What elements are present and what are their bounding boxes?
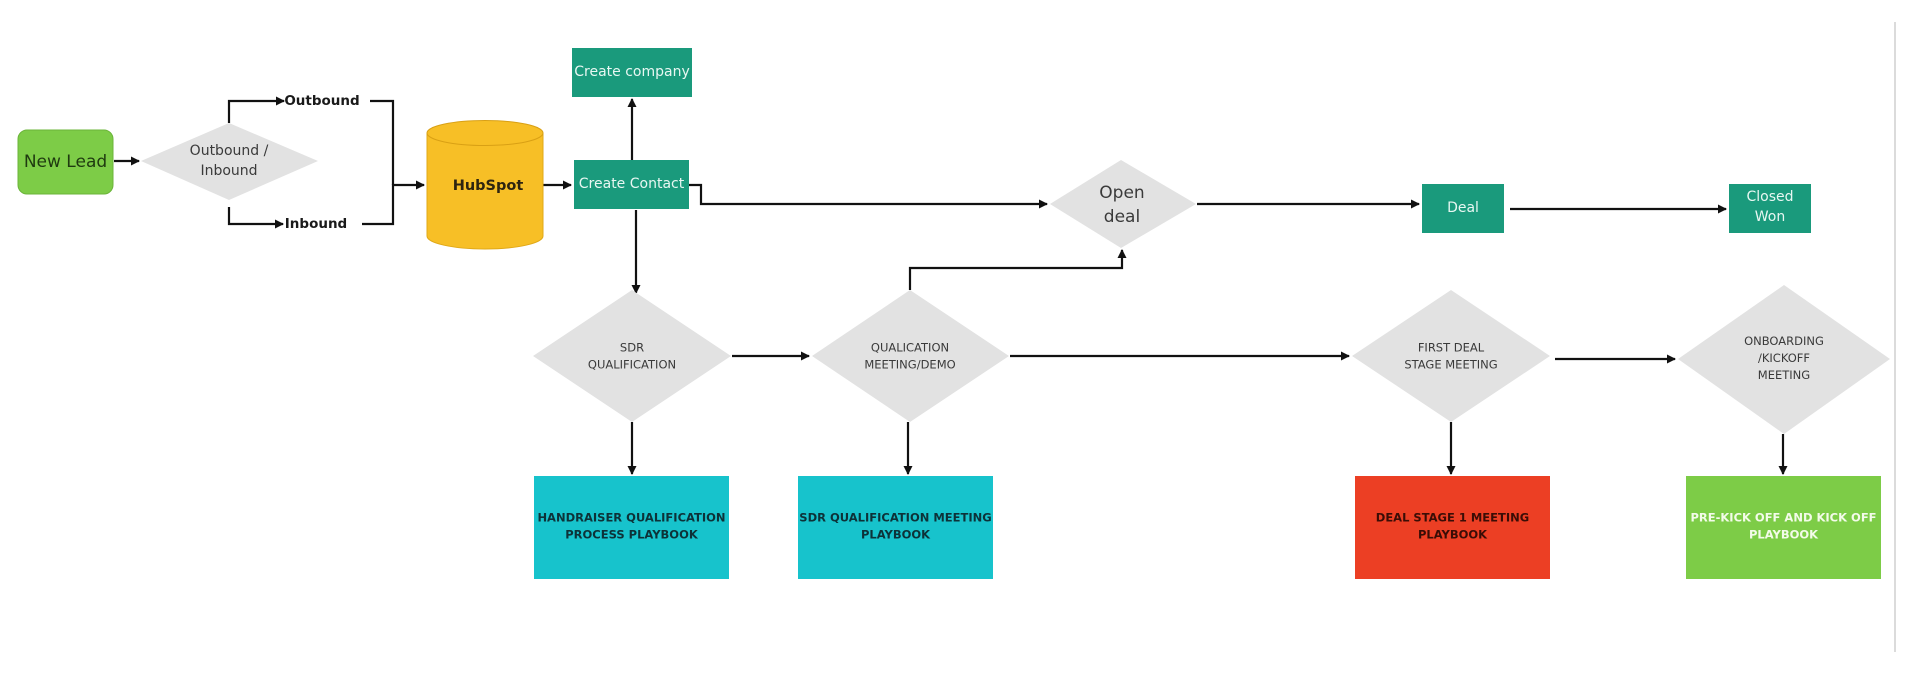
hubspot-label: HubSpot — [453, 178, 524, 194]
node-onboarding-kickoff[interactable]: ONBOARDING/KICKOFF MEETING — [1678, 285, 1890, 434]
create-contact-label: Create Contact — [579, 176, 685, 192]
label-line: PLAYBOOK — [861, 528, 931, 542]
sdr-qualification-shape — [533, 290, 731, 422]
label-line: SDR QUALIFICATION MEETING — [799, 511, 991, 525]
node-inbound-branch[interactable]: Inbound — [285, 216, 347, 232]
label-line: PRE-KICK OFF AND KICK OFF — [1690, 511, 1876, 525]
node-outbound-branch[interactable]: Outbound — [284, 93, 359, 109]
label-line: QUALICATION — [871, 341, 949, 355]
node-deal-stage1-playbook[interactable]: DEAL STAGE 1 MEETING PLAYBOOK — [1355, 476, 1550, 579]
label-line: SDR — [620, 341, 644, 355]
label-line: Inbound — [285, 216, 347, 232]
edge-inbound-to-hubspot[interactable] — [362, 180, 425, 226]
edge-qualication-meeting-to-open-deal[interactable] — [908, 249, 1127, 290]
label-line: QUALIFICATION — [588, 358, 676, 372]
label-line: Open — [1099, 183, 1144, 203]
edge-decision-to-outbound[interactable] — [227, 96, 285, 123]
label-line: Outbound — [284, 93, 359, 109]
node-closed-won[interactable]: Closed Won — [1729, 184, 1811, 233]
new-lead-label: New Lead — [24, 152, 107, 172]
node-first-deal-stage[interactable]: FIRST DEAL STAGE MEETING — [1352, 290, 1550, 422]
edge-outbound-to-hubspot[interactable] — [370, 99, 395, 185]
label-line: DEAL STAGE 1 MEETING — [1376, 511, 1529, 525]
node-sdr-meeting-playbook[interactable]: SDR QUALIFICATION MEETING PLAYBOOK — [798, 476, 993, 579]
node-open-deal[interactable]: Open deal — [1050, 160, 1196, 248]
open-deal-shape — [1050, 160, 1196, 248]
outbound-branch-label: Outbound — [284, 93, 359, 109]
create-company-label: Create company — [574, 64, 690, 80]
node-create-contact[interactable]: Create Contact — [574, 160, 689, 209]
label-line: HubSpot — [453, 178, 524, 194]
edge-create-contact-to-open-deal[interactable] — [689, 183, 1048, 209]
edges-layer — [114, 96, 1788, 475]
label-line: PLAYBOOK — [1749, 528, 1819, 542]
label-line: FIRST DEAL — [1418, 341, 1485, 355]
edge-decision-to-inbound[interactable] — [227, 207, 284, 229]
label-line: PLAYBOOK — [1418, 528, 1488, 542]
node-hubspot-database[interactable]: HubSpot — [426, 120, 544, 250]
node-source-decision[interactable]: Outbound / Inbound — [141, 123, 318, 200]
source-decision-shape — [141, 123, 318, 200]
label-line: Won — [1755, 209, 1785, 225]
label-line: Create Contact — [579, 176, 685, 192]
label-line: MEETING — [1758, 368, 1810, 382]
qualication-meeting-shape — [812, 290, 1009, 422]
node-new-lead[interactable]: New Lead — [17, 129, 114, 195]
label-line: Deal — [1447, 200, 1479, 216]
label-line: New Lead — [24, 152, 107, 172]
node-deal[interactable]: Deal — [1422, 184, 1504, 233]
label-line: Outbound / — [190, 143, 269, 159]
label-line: Inbound — [200, 163, 257, 179]
hubspot-cylinder-top — [426, 120, 544, 146]
label-line: deal — [1104, 207, 1140, 227]
first-deal-stage-shape — [1352, 290, 1550, 422]
flowchart-canvas: New Lead Outbound / Inbound Outbound Inbo… — [17, 22, 1896, 652]
node-create-company[interactable]: Create company — [572, 48, 692, 97]
node-kickoff-playbook[interactable]: PRE-KICK OFF AND KICK OFF PLAYBOOK — [1686, 476, 1881, 579]
label-line: Create company — [574, 64, 690, 80]
label-line: Closed — [1746, 189, 1793, 205]
label-line: /KICKOFF — [1758, 351, 1810, 365]
label-line: ONBOARDING — [1744, 334, 1824, 348]
label-line: PROCESS PLAYBOOK — [565, 528, 699, 542]
label-line: STAGE MEETING — [1404, 358, 1497, 372]
node-qualication-meeting[interactable]: QUALICATION MEETING/DEMO — [812, 290, 1009, 422]
label-line: HANDRAISER QUALIFICATION — [537, 511, 725, 525]
node-handraiser-playbook[interactable]: HANDRAISER QUALIFICATION PROCESS PLAYBOOK — [534, 476, 729, 579]
label-line: MEETING/DEMO — [864, 358, 955, 372]
inbound-branch-label: Inbound — [285, 216, 347, 232]
node-sdr-qualification[interactable]: SDR QUALIFICATION — [533, 290, 731, 422]
deal-label: Deal — [1447, 200, 1479, 216]
